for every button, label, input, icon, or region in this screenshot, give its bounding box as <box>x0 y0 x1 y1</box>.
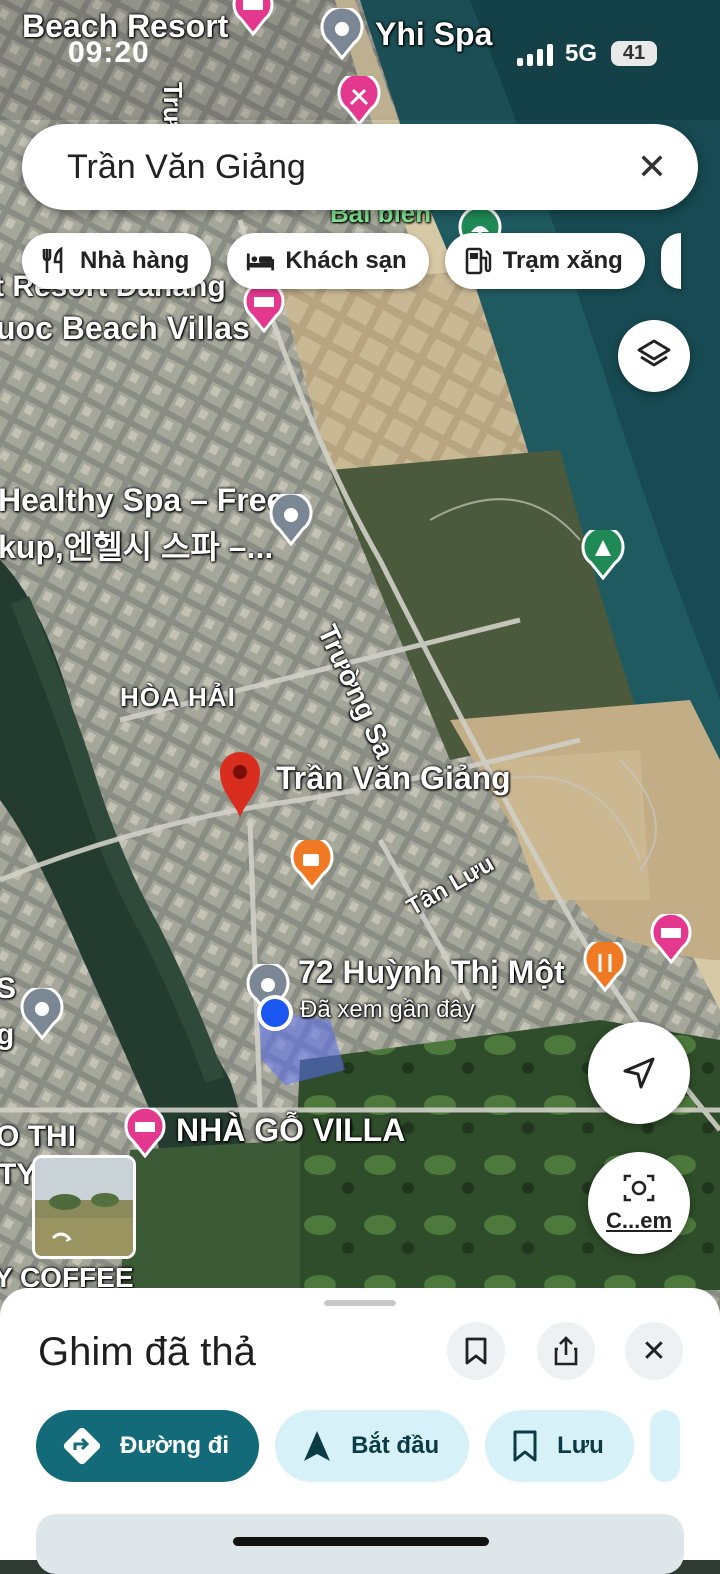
map-label-edge-thi[interactable]: O THI <box>0 1120 76 1154</box>
map-label-edge-s[interactable]: S <box>0 972 16 1006</box>
start-label: Bắt đầu <box>351 1432 440 1459</box>
map-label-nha-go-villa[interactable]: NHÀ GỖ VILLA <box>176 1112 405 1149</box>
restaurant-icon <box>40 246 70 276</box>
more-action-button[interactable] <box>649 1410 680 1482</box>
close-sheet-button[interactable]: ✕ <box>625 1322 683 1380</box>
sheet-drag-handle[interactable] <box>324 1300 396 1306</box>
chip-label: Khách sạn <box>285 247 407 274</box>
save-button[interactable]: Lưu <box>485 1410 634 1482</box>
place-pin-icon[interactable] <box>20 985 64 1045</box>
directions-button[interactable]: Đường đi <box>36 1410 260 1482</box>
map-label-edge-g[interactable]: g <box>0 1018 14 1052</box>
action-buttons: Đường đi Bắt đầu Lưu <box>36 1410 680 1482</box>
close-icon: ✕ <box>641 1334 667 1368</box>
layers-button[interactable] <box>618 320 690 392</box>
chip-restaurants[interactable]: Nhà hàng <box>22 233 212 289</box>
current-location-icon <box>256 994 294 1037</box>
cafe-pin-icon[interactable] <box>290 835 334 895</box>
status-bar: 09:20 5G 41 <box>0 0 720 90</box>
map-label-healthy-spa-line2[interactable]: kup,엔헬시 스파 –... <box>0 522 273 568</box>
dropped-pin-icon[interactable] <box>216 748 264 825</box>
bookmark-icon <box>465 1337 487 1365</box>
camera-label: C...em <box>605 1208 673 1233</box>
spa-pin-icon[interactable] <box>269 491 313 551</box>
start-button[interactable]: Bắt đầu <box>275 1410 470 1482</box>
hotel-pin-icon[interactable] <box>243 280 285 338</box>
camera-icon <box>623 1174 655 1202</box>
chip-more[interactable] <box>660 233 681 289</box>
restaurant-pin-icon[interactable] <box>583 937 627 997</box>
chip-label: Trạm xăng <box>502 247 623 274</box>
status-time: 09:20 <box>68 36 150 69</box>
camera-search-button[interactable]: C...em <box>588 1152 690 1254</box>
home-indicator[interactable] <box>233 1537 489 1546</box>
save-label: Lưu <box>557 1432 604 1459</box>
map-label-beach-villas[interactable]: uoc Beach Villas <box>0 310 250 347</box>
category-chips: Nhà hàng Khách sạn Trạm xăng <box>22 233 681 289</box>
bookmark-icon <box>513 1430 537 1462</box>
place-sheet[interactable]: Ghim đã thả ✕ Đường đi Bắt đầu Lưu <box>0 1288 720 1574</box>
directions-label: Đường đi <box>120 1432 230 1459</box>
share-button[interactable] <box>537 1322 595 1380</box>
hotel-pin-icon[interactable] <box>650 911 692 969</box>
layers-icon <box>637 339 671 367</box>
directions-icon <box>63 1427 101 1465</box>
dropped-pin-label[interactable]: Trần Văn Giảng <box>276 760 511 797</box>
battery-level: 41 <box>622 42 646 64</box>
chip-label: Nhà hàng <box>80 247 190 274</box>
navigation-arrow-icon <box>623 1057 655 1089</box>
street-view-thumbnail[interactable] <box>32 1155 136 1259</box>
chip-hotels[interactable]: Khách sạn <box>227 233 429 289</box>
map-label-address[interactable]: 72 Huỳnh Thị Một <box>298 954 565 991</box>
sheet-title: Ghim đã thả <box>38 1330 256 1374</box>
chip-gas-stations[interactable]: Trạm xăng <box>444 233 645 289</box>
network-type: 5G <box>565 40 598 67</box>
map-label-healthy-spa-line1[interactable]: Healthy Spa – Free <box>0 482 284 519</box>
search-bar[interactable]: Trần Văn Giảng ✕ <box>22 124 698 210</box>
hotel-pin-icon[interactable] <box>124 1105 166 1163</box>
search-query[interactable]: Trần Văn Giảng <box>67 148 306 187</box>
share-icon <box>554 1336 578 1366</box>
battery-icon: 41 <box>611 41 657 66</box>
area-label-hoa-hai: HÒA HẢI <box>120 682 236 712</box>
save-bookmark-button[interactable] <box>447 1322 505 1380</box>
map-label-edge-ty[interactable]: TY <box>0 1158 36 1192</box>
recenter-button[interactable] <box>588 1022 690 1124</box>
cellular-signal-icon <box>517 44 553 66</box>
hotel-icon <box>245 246 275 276</box>
gas-station-icon <box>463 246 493 276</box>
park-pin-icon[interactable] <box>581 525 625 585</box>
close-icon[interactable]: ✕ <box>626 141 678 193</box>
map-label-recently-viewed: Đã xem gần đây <box>300 996 475 1023</box>
navigation-start-icon <box>304 1431 331 1461</box>
